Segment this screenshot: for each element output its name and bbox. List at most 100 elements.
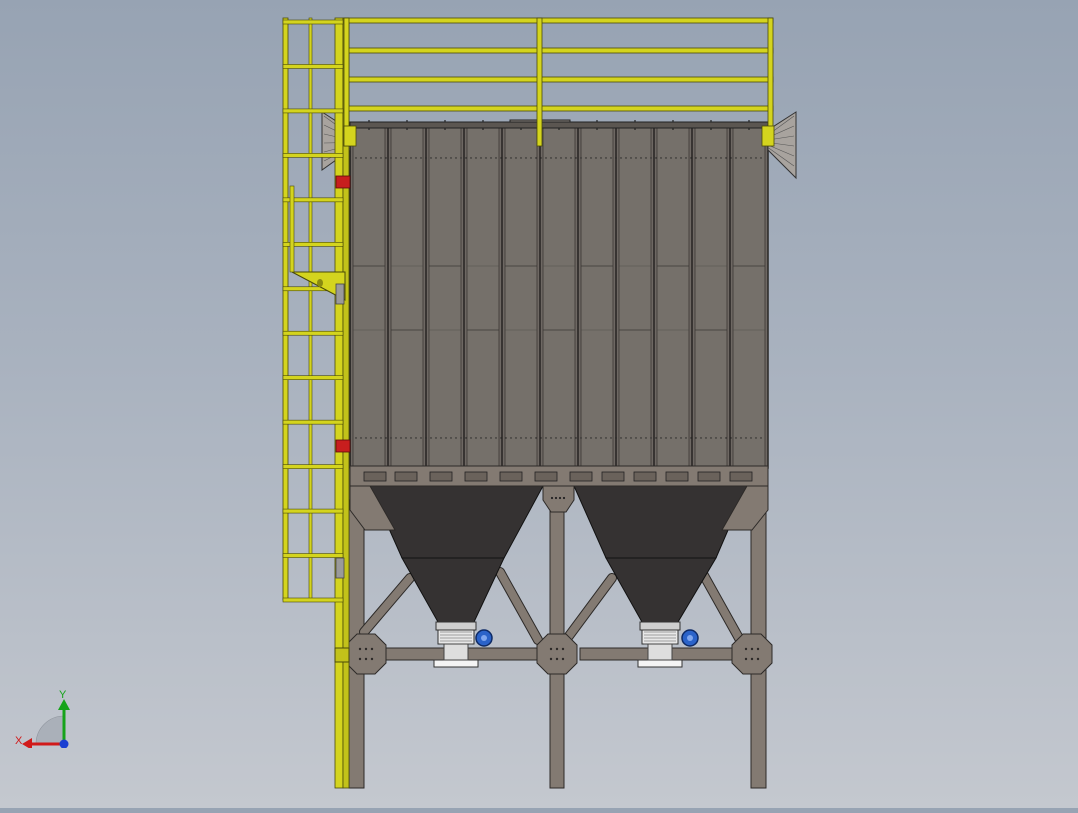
bolt-dot bbox=[560, 157, 562, 159]
bolt-dot bbox=[655, 157, 657, 159]
bolt-dot bbox=[520, 437, 522, 439]
bolt-dot bbox=[560, 437, 562, 439]
hopper-upper-2 bbox=[573, 485, 748, 559]
gusset-bolt bbox=[756, 647, 760, 651]
bolt-dot bbox=[600, 157, 602, 159]
bolt-dot bbox=[690, 437, 692, 439]
railing-bottom bbox=[344, 105, 774, 112]
bolt-dot bbox=[735, 437, 737, 439]
gusset-bolt bbox=[561, 657, 565, 661]
bolt-dot bbox=[425, 437, 427, 439]
bolt-dot bbox=[410, 437, 412, 439]
gusset-bolt bbox=[555, 647, 559, 651]
bolt-dot bbox=[435, 437, 437, 439]
hopper-outlet-flange-2 bbox=[639, 621, 681, 631]
bolt-dot bbox=[635, 157, 637, 159]
railing-center-post bbox=[536, 17, 543, 147]
access-ladder bbox=[282, 17, 351, 789]
bolt-dot bbox=[395, 157, 397, 159]
filter-column bbox=[352, 127, 386, 467]
bolt-dot bbox=[730, 437, 732, 439]
bolt-dot bbox=[760, 157, 762, 159]
bolt-dot bbox=[565, 437, 567, 439]
filter-column bbox=[542, 127, 576, 467]
bolt-dot bbox=[525, 437, 527, 439]
red-marker-2 bbox=[335, 439, 351, 453]
diagonal-brace-fill-2 bbox=[496, 568, 542, 644]
bolt-dot bbox=[545, 157, 547, 159]
discharge-spout-2 bbox=[647, 643, 673, 661]
gusset-bolt bbox=[550, 496, 554, 500]
bolt-dot bbox=[590, 157, 592, 159]
discharge-flange-2 bbox=[637, 659, 683, 668]
bolt-dot bbox=[755, 437, 757, 439]
gusset-bolt bbox=[562, 496, 566, 500]
filter-column bbox=[732, 127, 766, 467]
bolt-dot bbox=[570, 157, 572, 159]
bolt-dot bbox=[430, 437, 432, 439]
bolt-dot bbox=[365, 437, 367, 439]
bolt-dot bbox=[620, 157, 622, 159]
bolt-dot bbox=[480, 437, 482, 439]
bolt-dot bbox=[745, 157, 747, 159]
filter-column bbox=[504, 127, 538, 467]
frame-slot bbox=[633, 471, 657, 482]
diagonal-brace-fill-1 bbox=[360, 574, 414, 636]
ladder-foot-plate bbox=[334, 647, 350, 663]
gusset-bolt bbox=[554, 496, 558, 500]
frame-slot bbox=[363, 471, 387, 482]
frame-slot bbox=[665, 471, 689, 482]
bolt-dot bbox=[675, 157, 677, 159]
bolt-dot bbox=[640, 437, 642, 439]
bolt-dot bbox=[460, 157, 462, 159]
ladder-rung bbox=[282, 330, 344, 336]
bolt-dot bbox=[740, 157, 742, 159]
bolt-dot bbox=[450, 437, 452, 439]
ladder-rail-inner bbox=[334, 17, 344, 789]
dust-collector-model[interactable] bbox=[0, 0, 1078, 808]
bolt-dot bbox=[360, 157, 362, 159]
frame-slot bbox=[729, 471, 753, 482]
bolt-dot bbox=[670, 157, 672, 159]
bolt-dot bbox=[590, 437, 592, 439]
graphics-viewport[interactable] bbox=[0, 0, 1078, 808]
frame-slot bbox=[534, 471, 558, 482]
bolt-dot bbox=[375, 157, 377, 159]
gusset-bolt bbox=[555, 657, 559, 661]
bolt-dot bbox=[490, 437, 492, 439]
bolt-dot bbox=[390, 437, 392, 439]
filter-column bbox=[428, 127, 462, 467]
bolt-dot bbox=[615, 437, 617, 439]
ladder-rung bbox=[282, 597, 344, 603]
bolt-dot bbox=[575, 157, 577, 159]
bolt-dot bbox=[495, 157, 497, 159]
ladder-rung bbox=[282, 419, 344, 425]
bolt-dot bbox=[530, 157, 532, 159]
bolt-dot bbox=[515, 157, 517, 159]
discharge-spout-1 bbox=[443, 643, 469, 661]
bolt-dot bbox=[630, 157, 632, 159]
gusset-bolt bbox=[364, 657, 368, 661]
bolt-dot bbox=[355, 437, 357, 439]
ladder-rung bbox=[282, 553, 344, 558]
bolt-dot bbox=[720, 437, 722, 439]
bolt-dot bbox=[505, 437, 507, 439]
x-axis-label: X bbox=[15, 735, 23, 747]
bolt-dot bbox=[535, 157, 537, 159]
bolt-dot bbox=[385, 157, 387, 159]
ladder-rung bbox=[282, 108, 344, 114]
bolt-dot bbox=[655, 437, 657, 439]
frame-slot bbox=[499, 471, 523, 482]
valve-motor-hub bbox=[481, 635, 487, 641]
lower-gusset-plate-1 bbox=[345, 633, 387, 675]
frame-slot bbox=[569, 471, 593, 482]
gusset-bolt bbox=[358, 657, 362, 661]
bolt-dot bbox=[640, 157, 642, 159]
bolt-dot bbox=[505, 157, 507, 159]
bolt-dot bbox=[620, 437, 622, 439]
cage-hoop bbox=[289, 185, 295, 273]
bolt-dot bbox=[490, 157, 492, 159]
filter-column bbox=[466, 127, 500, 467]
bolt-dot bbox=[520, 157, 522, 159]
bolt-dot bbox=[465, 157, 467, 159]
